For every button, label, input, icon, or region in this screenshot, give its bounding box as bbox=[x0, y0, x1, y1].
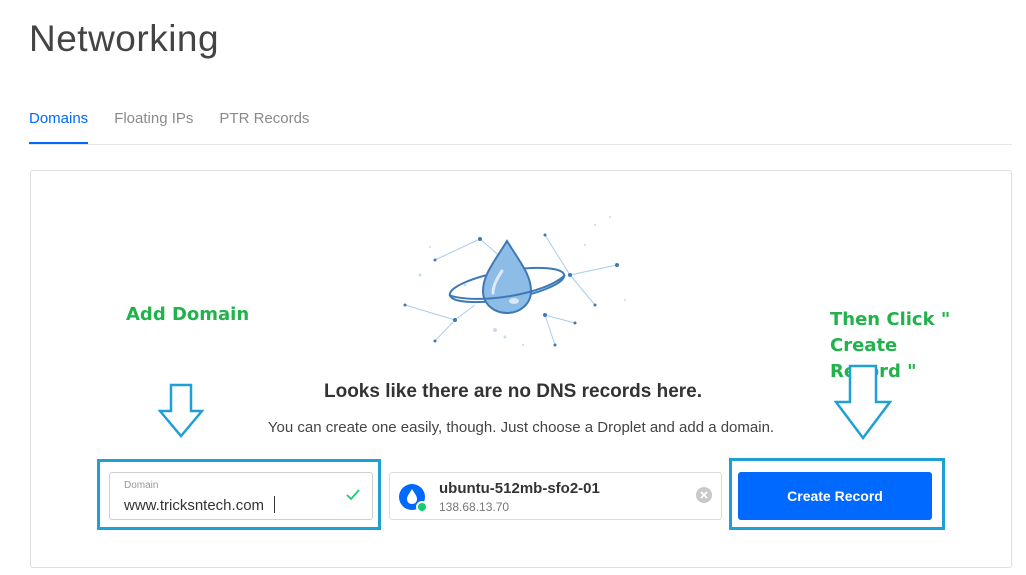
text-cursor bbox=[274, 496, 275, 513]
create-record-button[interactable]: Create Record bbox=[738, 472, 932, 520]
status-online-icon bbox=[416, 501, 428, 513]
domain-input[interactable] bbox=[124, 494, 334, 516]
tab-ptr-records[interactable]: PTR Records bbox=[219, 110, 309, 144]
arrow-down-icon bbox=[158, 383, 204, 438]
tabs-divider bbox=[29, 144, 1012, 145]
domain-field[interactable]: Domain bbox=[109, 472, 373, 520]
tab-floating-ips[interactable]: Floating IPs bbox=[114, 110, 193, 144]
annotation-create-record-line1: Then Click " Create bbox=[830, 309, 951, 356]
annotation-add-domain: Add Domain bbox=[126, 304, 250, 325]
tab-domains[interactable]: Domains bbox=[29, 110, 89, 144]
arrow-down-icon bbox=[834, 364, 892, 440]
page-title: Networking bbox=[29, 18, 220, 59]
clear-icon[interactable] bbox=[695, 486, 713, 504]
droplet-select[interactable]: ubuntu-512mb-sfo2-01 138.68.13.70 bbox=[389, 472, 722, 520]
domain-field-label: Domain bbox=[124, 480, 159, 491]
networking-tabs: Domains Floating IPs PTR Records bbox=[29, 110, 309, 144]
droplet-name: ubuntu-512mb-sfo2-01 bbox=[439, 480, 600, 497]
droplet-planet-illustration bbox=[403, 216, 626, 347]
droplet-ip: 138.68.13.70 bbox=[439, 500, 510, 514]
droplet-icon bbox=[399, 484, 428, 513]
check-icon bbox=[346, 489, 360, 501]
